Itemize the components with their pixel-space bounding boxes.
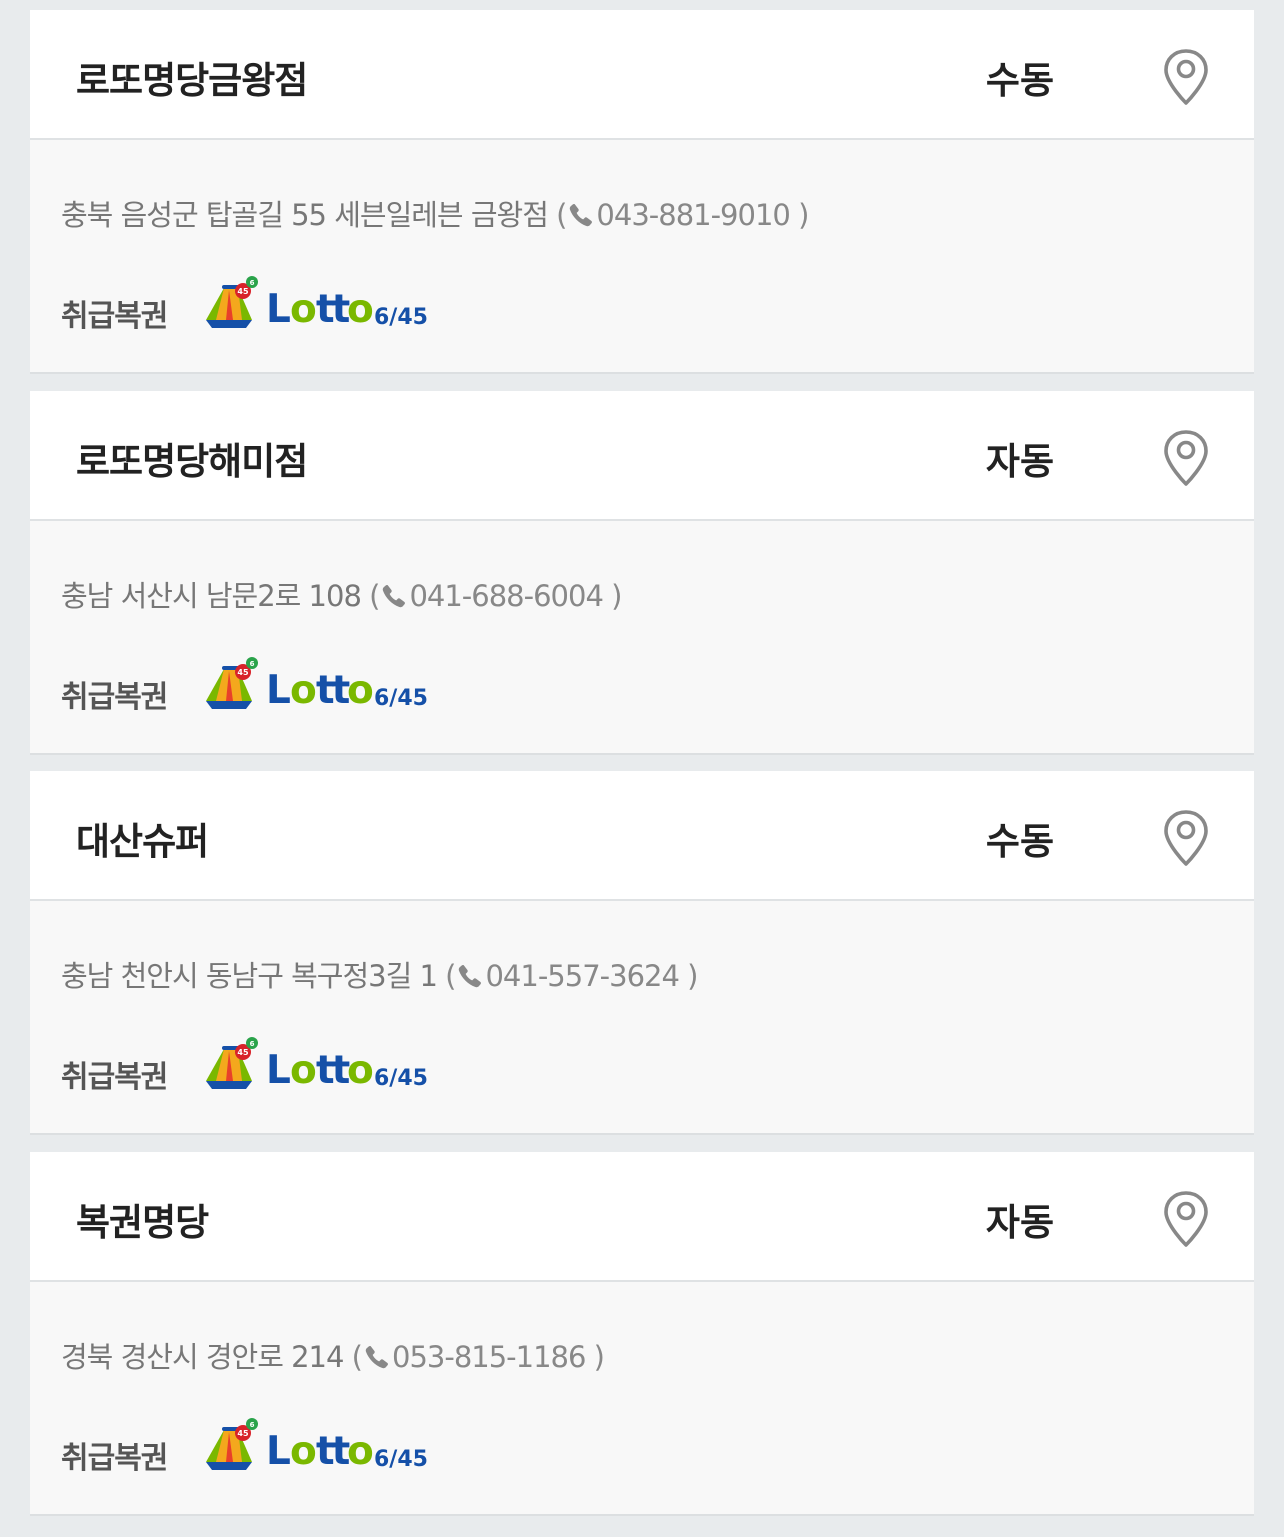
store-card-header: 복권명당 자동 — [30, 1152, 1254, 1282]
purchase-method: 수동 — [985, 820, 1054, 863]
store-phone[interactable]: 043-881-9010 — [596, 198, 790, 232]
store-card: 로또명당해미점 자동 충남 서산시 남문2로 108 (041-688-6004… — [30, 391, 1254, 755]
svg-text:o: o — [347, 1048, 374, 1093]
svg-text:L: L — [266, 287, 290, 332]
store-name: 로또명당해미점 — [76, 440, 308, 483]
svg-text:o: o — [290, 668, 316, 713]
store-phone[interactable]: 041-688-6004 — [409, 579, 603, 613]
phone-icon — [364, 1344, 390, 1370]
store-address-line: 경북 경산시 경안로 214 (053-815-1186 ) — [61, 1340, 605, 1374]
lotto645-logo: 45 6 L o tt o 6/45 — [202, 1037, 430, 1093]
store-name: 로또명당금왕점 — [76, 59, 308, 102]
lottery-types-label: 취급복권 — [61, 1060, 168, 1095]
svg-text:tt: tt — [316, 668, 350, 713]
svg-text:L: L — [266, 668, 290, 713]
svg-text:6/45: 6/45 — [374, 1066, 428, 1091]
store-phone[interactable]: 053-815-1186 — [392, 1340, 586, 1374]
svg-text:6: 6 — [250, 1421, 255, 1429]
svg-text:L: L — [266, 1048, 290, 1093]
store-address: 충남 천안시 동남구 복구정3길 1 — [61, 959, 438, 993]
svg-text:45: 45 — [237, 1048, 249, 1057]
store-card-header: 로또명당금왕점 수동 — [30, 10, 1254, 140]
svg-text:6: 6 — [250, 279, 255, 287]
svg-text:o: o — [290, 1429, 316, 1474]
svg-text:tt: tt — [316, 1429, 350, 1474]
store-address: 충북 음성군 탑골길 55 세븐일레븐 금왕점 — [61, 198, 549, 232]
lotto645-logo: 45 6 L o tt o 6/45 — [202, 1418, 430, 1474]
purchase-method: 자동 — [985, 440, 1054, 483]
svg-text:o: o — [347, 1429, 374, 1474]
map-pin-icon[interactable] — [1162, 809, 1210, 867]
store-name: 대산슈퍼 — [76, 820, 209, 863]
svg-text:6/45: 6/45 — [374, 305, 428, 330]
svg-text:6: 6 — [250, 1040, 255, 1048]
store-address: 충남 서산시 남문2로 108 — [61, 579, 362, 613]
store-card: 대산슈퍼 수동 충남 천안시 동남구 복구정3길 1 (041-557-3624… — [30, 771, 1254, 1135]
store-card: 로또명당금왕점 수동 충북 음성군 탑골길 55 세븐일레븐 금왕점 (043-… — [30, 10, 1254, 374]
lottery-types-label: 취급복권 — [61, 299, 168, 334]
lottery-types-label: 취급복권 — [61, 680, 168, 715]
svg-text:o: o — [347, 287, 374, 332]
svg-text:tt: tt — [316, 1048, 350, 1093]
store-address: 경북 경산시 경안로 214 — [61, 1340, 344, 1374]
svg-text:tt: tt — [316, 287, 350, 332]
svg-text:45: 45 — [237, 668, 249, 677]
lotto645-logo: 45 6 L o tt o 6/45 — [202, 276, 430, 332]
store-address-line: 충북 음성군 탑골길 55 세븐일레븐 금왕점 (043-881-9010 ) — [61, 198, 809, 232]
store-phone[interactable]: 041-557-3624 — [485, 959, 679, 993]
lotto645-logo: 45 6 L o tt o 6/45 — [202, 657, 430, 713]
store-card-header: 로또명당해미점 자동 — [30, 391, 1254, 521]
svg-text:L: L — [266, 1429, 290, 1474]
purchase-method: 자동 — [985, 1201, 1054, 1244]
svg-text:45: 45 — [237, 287, 249, 296]
phone-icon — [457, 963, 483, 989]
store-card: 복권명당 자동 경북 경산시 경안로 214 (053-815-1186 ) 취… — [30, 1152, 1254, 1516]
store-address-line: 충남 서산시 남문2로 108 (041-688-6004 ) — [61, 579, 622, 613]
map-pin-icon[interactable] — [1162, 1190, 1210, 1248]
svg-text:o: o — [347, 668, 374, 713]
svg-text:o: o — [290, 287, 316, 332]
svg-text:6/45: 6/45 — [374, 1447, 428, 1472]
phone-icon — [381, 583, 407, 609]
store-card-header: 대산슈퍼 수동 — [30, 771, 1254, 901]
store-address-line: 충남 천안시 동남구 복구정3길 1 (041-557-3624 ) — [61, 959, 699, 993]
svg-text:6/45: 6/45 — [374, 686, 428, 711]
svg-text:o: o — [290, 1048, 316, 1093]
lottery-types-label: 취급복권 — [61, 1441, 168, 1476]
purchase-method: 수동 — [985, 59, 1054, 102]
map-pin-icon[interactable] — [1162, 429, 1210, 487]
svg-text:6: 6 — [250, 660, 255, 668]
phone-icon — [568, 202, 594, 228]
store-name: 복권명당 — [76, 1201, 209, 1244]
svg-text:45: 45 — [237, 1429, 249, 1438]
map-pin-icon[interactable] — [1162, 48, 1210, 106]
